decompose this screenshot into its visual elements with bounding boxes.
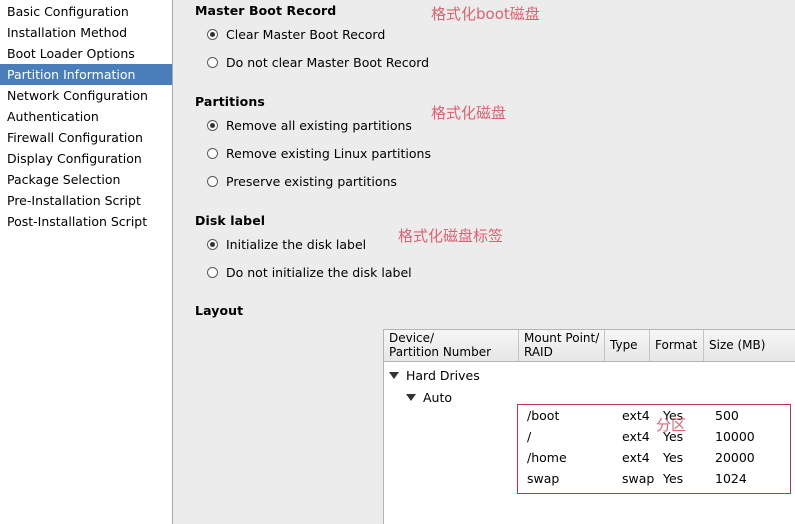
sidebar-item-network-configuration[interactable]: Network Configuration (0, 85, 172, 106)
sidebar-item-package-selection[interactable]: Package Selection (0, 169, 172, 190)
radio-do-not-initialize-the-disk-label[interactable]: Do not initialize the disk label (207, 265, 412, 280)
section-title-layout: Layout (195, 303, 244, 318)
annotation-format-disk: 格式化磁盘 (431, 104, 507, 122)
sidebar-item-label: Firewall Configuration (7, 130, 143, 145)
radio-label: Do not initialize the disk label (226, 265, 412, 280)
sidebar-item-label: Post-Installation Script (7, 214, 148, 229)
radio-icon[interactable] (207, 267, 218, 278)
radio-label: Preserve existing partitions (226, 174, 397, 189)
column-header-type[interactable]: Type (605, 330, 650, 361)
tree-row-label: Hard Drives (406, 368, 480, 383)
radio-label: Clear Master Boot Record (226, 27, 386, 42)
partition-rows-highlight-box: /boot ext4 Yes 500 / ext4 Yes 10000 /hom… (517, 404, 791, 494)
radio-icon[interactable] (207, 176, 218, 187)
radio-initialize-the-disk-label[interactable]: Initialize the disk label (207, 237, 366, 252)
radio-do-not-clear-master-boot-record[interactable]: Do not clear Master Boot Record (207, 55, 429, 70)
annotation-format-boot-disk: 格式化boot磁盘 (431, 5, 540, 23)
sidebar-item-basic-configuration[interactable]: Basic Configuration (0, 1, 172, 22)
cell-size: 1024 (715, 471, 747, 486)
table-row[interactable]: /boot ext4 Yes 500 (518, 405, 790, 426)
sidebar-item-label: Boot Loader Options (7, 46, 135, 61)
annotation-format-disk-label: 格式化磁盘标签 (398, 227, 504, 245)
radio-icon[interactable] (207, 57, 218, 68)
cell-size: 20000 (715, 450, 755, 465)
section-title-master-boot-record: Master Boot Record (195, 3, 337, 18)
sidebar-item-label: Partition Information (7, 67, 136, 82)
cell-size: 500 (715, 408, 739, 423)
tree-row-label: Auto (423, 390, 453, 405)
sidebar-item-partition-information[interactable]: Partition Information (0, 64, 172, 85)
sidebar-item-label: Pre-Installation Script (7, 193, 141, 208)
table-header-row: Device/ Partition Number Mount Point/ RA… (384, 330, 795, 362)
annotation-partition: 分区 (656, 416, 687, 434)
column-header-size[interactable]: Size (MB) (704, 330, 795, 361)
column-header-device[interactable]: Device/ Partition Number (384, 330, 519, 361)
radio-label: Remove all existing partitions (226, 118, 412, 133)
sidebar-item-label: Basic Configuration (7, 4, 129, 19)
sidebar-item-label: Package Selection (7, 172, 121, 187)
cell-mount-point: / (527, 429, 532, 444)
table-row[interactable]: / ext4 Yes 10000 (518, 426, 790, 447)
section-title-disk-label: Disk label (195, 213, 266, 228)
column-header-format[interactable]: Format (650, 330, 704, 361)
sidebar-item-label: Network Configuration (7, 88, 148, 103)
radio-icon[interactable] (207, 239, 218, 250)
tree-row-hard-drives[interactable]: Hard Drives (389, 368, 480, 383)
radio-clear-master-boot-record[interactable]: Clear Master Boot Record (207, 27, 385, 42)
sidebar-item-installation-method[interactable]: Installation Method (0, 22, 172, 43)
sidebar-item-firewall-configuration[interactable]: Firewall Configuration (0, 127, 172, 148)
cell-format: Yes (663, 450, 684, 465)
sidebar-item-display-configuration[interactable]: Display Configuration (0, 148, 172, 169)
radio-label: Initialize the disk label (226, 237, 367, 252)
column-header-line1: Mount Point/ (524, 331, 600, 345)
column-header-line1: Format (655, 338, 698, 352)
sidebar-item-label: Display Configuration (7, 151, 142, 166)
cell-type: ext4 (622, 408, 650, 423)
cell-mount-point: /home (527, 450, 567, 465)
column-header-line1: Size (MB) (709, 338, 766, 352)
cell-mount-point: swap (527, 471, 560, 486)
column-header-mount-point[interactable]: Mount Point/ RAID (519, 330, 605, 361)
section-title-partitions: Partitions (195, 94, 265, 109)
column-header-line2: Partition Number (389, 344, 492, 359)
tree-row-auto[interactable]: Auto (406, 390, 452, 405)
radio-icon[interactable] (207, 120, 218, 131)
table-row[interactable]: swap swap Yes 1024 (518, 468, 790, 489)
sidebar-item-pre-installation-script[interactable]: Pre-Installation Script (0, 190, 172, 211)
sidebar-item-post-installation-script[interactable]: Post-Installation Script (0, 211, 172, 232)
sidebar-item-boot-loader-options[interactable]: Boot Loader Options (0, 43, 172, 64)
column-header-line1: Device/ (389, 331, 435, 345)
sidebar-item-label: Authentication (7, 109, 99, 124)
radio-icon[interactable] (207, 148, 218, 159)
sidebar-item-authentication[interactable]: Authentication (0, 106, 172, 127)
cell-mount-point: /boot (527, 408, 560, 423)
radio-preserve-existing-partitions[interactable]: Preserve existing partitions (207, 174, 397, 189)
column-header-line2: RAID (524, 344, 553, 359)
sidebar: Basic Configuration Installation Method … (0, 0, 173, 524)
layout-table: Device/ Partition Number Mount Point/ RA… (383, 329, 795, 524)
radio-label: Remove existing Linux partitions (226, 146, 431, 161)
radio-icon[interactable] (207, 29, 218, 40)
chevron-down-icon[interactable] (389, 372, 399, 379)
radio-label: Do not clear Master Boot Record (226, 55, 430, 70)
table-row[interactable]: /home ext4 Yes 20000 (518, 447, 790, 468)
cell-size: 10000 (715, 429, 755, 444)
cell-type: ext4 (622, 429, 650, 444)
cell-type: ext4 (622, 450, 650, 465)
cell-format: Yes (663, 471, 684, 486)
sidebar-item-label: Installation Method (7, 25, 128, 40)
chevron-down-icon[interactable] (406, 394, 416, 401)
radio-remove-existing-linux-partitions[interactable]: Remove existing Linux partitions (207, 146, 431, 161)
main-content: Master Boot Record Clear Master Boot Rec… (181, 0, 795, 524)
radio-remove-all-existing-partitions[interactable]: Remove all existing partitions (207, 118, 412, 133)
column-header-line1: Type (610, 338, 638, 352)
cell-type: swap (622, 471, 655, 486)
